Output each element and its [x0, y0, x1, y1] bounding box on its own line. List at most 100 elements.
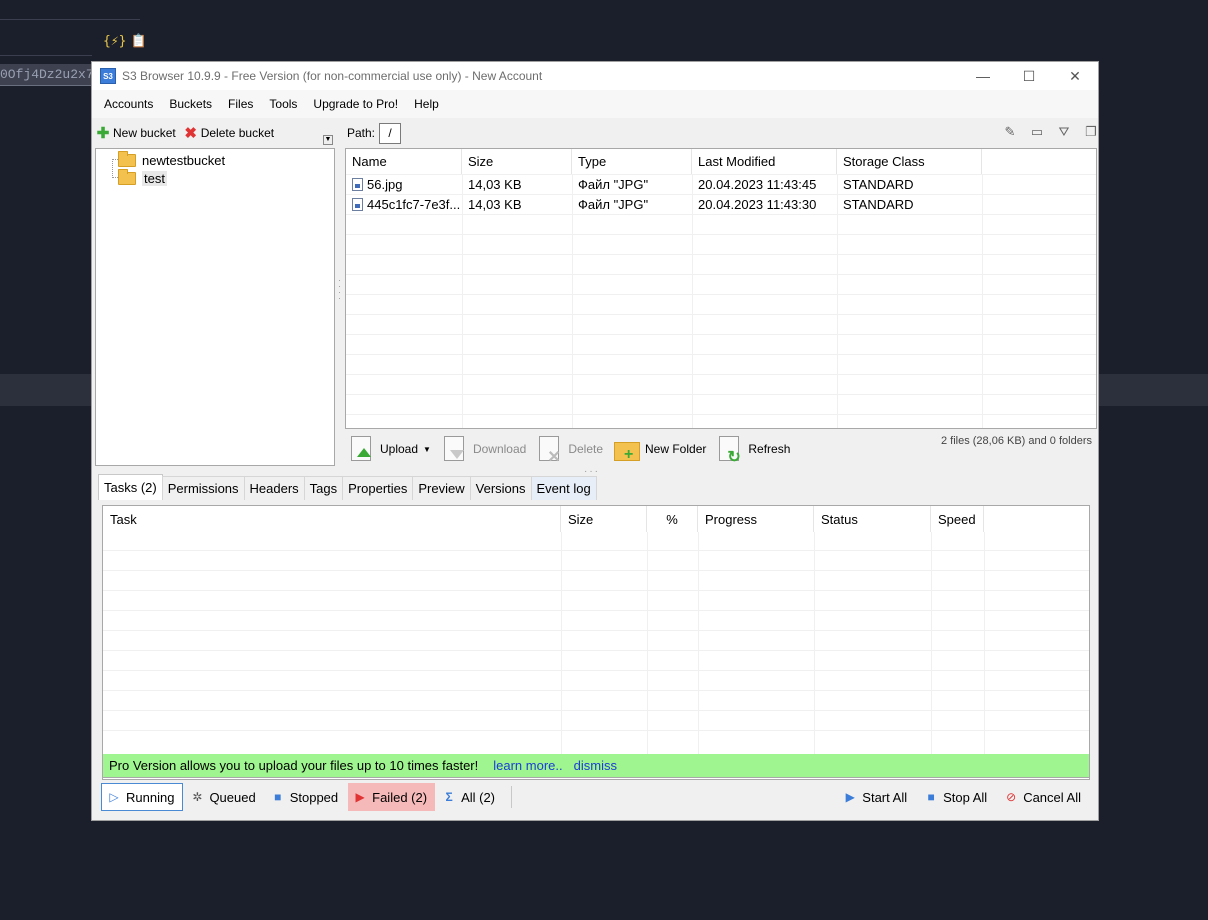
stop-icon: ■ — [274, 790, 282, 804]
column-header-task[interactable]: Task — [103, 506, 561, 532]
tab-headers[interactable]: Headers — [243, 476, 305, 500]
window-view-icon[interactable]: ▭ — [1028, 123, 1046, 141]
maximize-button[interactable]: ☐ — [1006, 62, 1052, 90]
filter-all-button[interactable]: Σ All (2) — [437, 783, 503, 811]
path-input[interactable]: / — [379, 122, 402, 144]
running-label: Running — [126, 789, 175, 805]
column-header-type[interactable]: Type — [572, 149, 692, 174]
copy-view-icon[interactable]: ❐ — [1082, 123, 1100, 141]
menu-tools[interactable]: Tools — [261, 90, 305, 118]
bucket-label: newtestbucket — [142, 152, 226, 168]
cancel-icon: ⊘ — [1006, 790, 1017, 804]
filter-stopped-button[interactable]: ■ Stopped — [266, 783, 346, 811]
dropdown-arrow-icon[interactable]: ▼ — [423, 445, 431, 454]
grid-line — [103, 610, 1089, 611]
grid-line — [561, 532, 562, 756]
grid-line — [931, 532, 932, 756]
column-header-size[interactable]: Size — [462, 149, 572, 174]
download-label: Download — [472, 442, 527, 456]
start-all-icon: ▶ — [845, 790, 855, 804]
refresh-icon: ↻ — [716, 434, 744, 466]
file-type: Файл "JPG" — [578, 196, 649, 212]
path-bar: Path: / — [347, 122, 402, 144]
task-filter-bar: ▷ Running ✲ Queued ■ Stopped ▶ Failed (2… — [101, 782, 1091, 812]
tab-tasks[interactable]: Tasks (2) — [98, 474, 163, 500]
learn-more-link[interactable]: learn more.. — [493, 758, 562, 773]
delete-bucket-button[interactable]: ✖ Delete bucket — [184, 125, 275, 142]
view-toolbar: ✎ ▭ ⛛ ❐ — [992, 123, 1100, 141]
filter-icon[interactable]: ⛛ — [1055, 123, 1073, 141]
grid-line — [647, 532, 648, 756]
menu-files[interactable]: Files — [220, 90, 261, 118]
column-header-status[interactable]: Status — [814, 506, 931, 532]
menu-buckets[interactable]: Buckets — [161, 90, 220, 118]
column-header-name[interactable]: Name — [346, 149, 462, 174]
grid-line — [346, 314, 1096, 315]
column-header-modified[interactable]: Last Modified — [692, 149, 837, 174]
filter-failed-button[interactable]: ▶ Failed (2) — [348, 783, 436, 811]
tab-tags[interactable]: Tags — [303, 476, 344, 500]
grid-line — [103, 650, 1089, 651]
grid-line — [346, 274, 1096, 275]
grid-line — [346, 394, 1096, 395]
download-button[interactable]: Download — [441, 434, 526, 464]
image-file-icon — [352, 197, 363, 211]
failed-play-icon: ▶ — [355, 790, 365, 804]
upload-label: Upload — [380, 442, 419, 456]
upload-button[interactable]: Upload ▼ — [348, 434, 431, 464]
tab-versions[interactable]: Versions — [469, 476, 532, 500]
stop-all-button[interactable]: ■ Stop All — [919, 783, 995, 811]
vertical-splitter[interactable]: · · · · — [338, 276, 341, 303]
column-header-storage[interactable]: Storage Class — [837, 149, 982, 174]
tab-permissions[interactable]: Permissions — [161, 476, 245, 500]
failed-label: Failed (2) — [372, 789, 428, 805]
window-title: S3 Browser 10.9.9 - Free Version (for no… — [122, 69, 543, 83]
filter-running-button[interactable]: ▷ Running — [101, 783, 184, 811]
toolbar-overflow-icon[interactable]: ▼ — [323, 135, 333, 145]
delete-button[interactable]: ✕ Delete — [536, 434, 603, 466]
grid-line — [346, 414, 1096, 415]
stop-all-label: Stop All — [943, 789, 988, 805]
column-header-progress[interactable]: Progress — [698, 506, 814, 532]
grid-line — [103, 630, 1089, 631]
s3-browser-window: S3 S3 Browser 10.9.9 - Free Version (for… — [91, 61, 1099, 821]
grid-line — [103, 730, 1089, 731]
tab-preview[interactable]: Preview — [412, 476, 471, 500]
bucket-item-newtestbucket[interactable]: newtestbucket — [118, 150, 226, 169]
folder-icon — [118, 168, 136, 185]
dismiss-link[interactable]: dismiss — [574, 758, 617, 773]
delete-bucket-label: Delete bucket — [200, 126, 275, 140]
new-folder-button[interactable]: New Folder — [613, 434, 706, 464]
minimize-button[interactable]: — — [960, 62, 1006, 90]
file-type: Файл "JPG" — [578, 176, 649, 192]
file-modified: 20.04.2023 11:43:30 — [698, 196, 817, 212]
tab-properties[interactable]: Properties — [342, 476, 414, 500]
all-label: All (2) — [461, 789, 496, 805]
grid-line — [103, 690, 1089, 691]
bg-divider — [0, 19, 140, 20]
cancel-all-button[interactable]: ⊘ Cancel All — [999, 783, 1089, 811]
plus-icon: ✚ — [96, 125, 110, 142]
column-header-size[interactable]: Size — [561, 506, 647, 532]
column-header-percent[interactable]: % — [647, 506, 698, 532]
bucket-item-test[interactable]: test — [118, 168, 167, 187]
grid-line — [103, 710, 1089, 711]
start-all-button[interactable]: ▶ Start All — [838, 783, 915, 811]
filter-queued-button[interactable]: ✲ Queued — [185, 783, 263, 811]
refresh-button[interactable]: ↻ Refresh — [716, 434, 790, 466]
separator — [511, 786, 513, 808]
close-button[interactable]: ✕ — [1052, 62, 1098, 90]
tab-event-log[interactable]: Event log — [530, 476, 597, 500]
edit-pencil-icon[interactable]: ✎ — [1001, 123, 1019, 141]
bg-divider — [0, 55, 92, 56]
grid-line — [698, 532, 699, 756]
tree-connector — [112, 159, 113, 178]
menu-accounts[interactable]: Accounts — [96, 90, 161, 118]
menu-help[interactable]: Help — [406, 90, 447, 118]
new-bucket-button[interactable]: ✚ New bucket — [96, 125, 176, 142]
grid-line — [346, 234, 1096, 235]
menu-upgrade[interactable]: Upgrade to Pro! — [305, 90, 406, 118]
grid-line — [346, 334, 1096, 335]
column-header-speed[interactable]: Speed — [931, 506, 984, 532]
bucket-label: test — [142, 170, 167, 186]
